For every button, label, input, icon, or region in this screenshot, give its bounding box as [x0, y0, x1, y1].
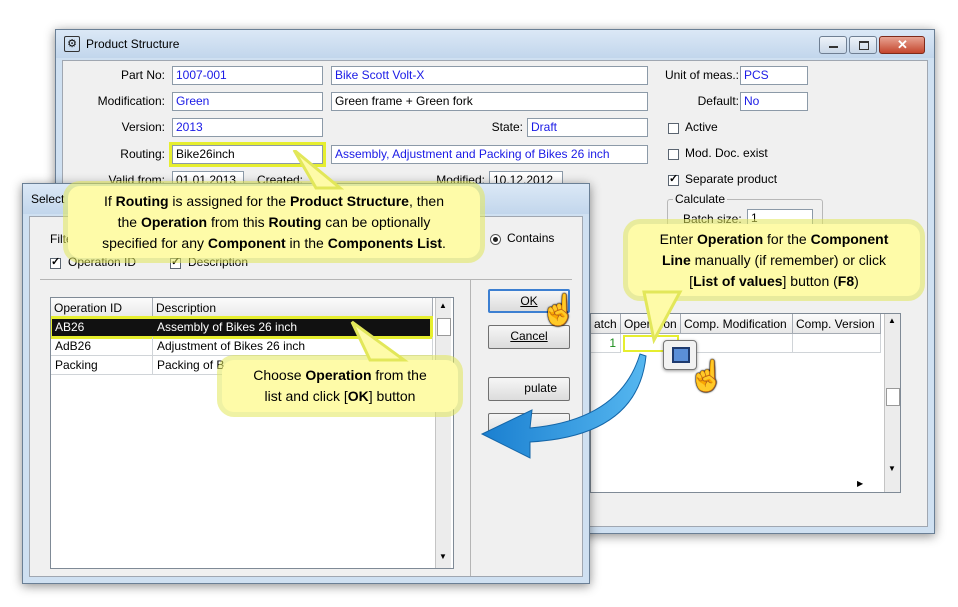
mod-doc-checkbox[interactable]: [668, 149, 679, 160]
maximize-icon: [859, 41, 869, 50]
minimize-button[interactable]: [819, 36, 847, 54]
list-vscroll[interactable]: ▲ ▼: [435, 298, 451, 568]
scroll-down-icon[interactable]: ▼: [888, 464, 896, 473]
active-checkbox[interactable]: [668, 123, 679, 134]
list-scroll-down-icon[interactable]: ▼: [439, 552, 447, 561]
cancel-button[interactable]: Cancel: [488, 325, 570, 349]
scroll-right-icon[interactable]: ▶: [857, 479, 863, 488]
operation-callout-line2: Line manually (if remember) or click: [661, 252, 887, 268]
app-gear-icon: ⚙: [64, 36, 80, 52]
row-comp-version-cell[interactable]: [793, 334, 881, 353]
window-title: Product Structure: [86, 37, 180, 51]
separator-line: [40, 279, 572, 280]
list-row-2-id[interactable]: AdB26: [51, 337, 153, 356]
col-description-header[interactable]: Description: [153, 298, 433, 318]
part-no-field[interactable]: 1007-001: [172, 66, 323, 85]
version-label: Version:: [121, 120, 165, 134]
choose-callout-line2: list and click [OK] button: [264, 388, 416, 404]
col-batch-header[interactable]: atch: [591, 314, 621, 334]
active-label: Active: [685, 120, 718, 134]
choose-callout: Choose Operation from the list and click…: [222, 360, 458, 412]
list-row-3-id[interactable]: Packing: [51, 356, 153, 375]
modification-desc-field[interactable]: Green frame + Green fork: [331, 92, 648, 111]
mod-doc-label: Mod. Doc. exist: [685, 146, 768, 160]
close-button[interactable]: ✕: [879, 36, 925, 54]
state-field[interactable]: Draft: [527, 118, 648, 137]
scroll-up-icon[interactable]: ▲: [888, 316, 896, 325]
list-row-1-id[interactable]: AB26: [51, 318, 153, 337]
part-no-label: Part No:: [120, 68, 165, 82]
unit-field[interactable]: PCS: [740, 66, 808, 85]
radio-dot-icon: [493, 237, 498, 242]
calculate-label: Calculate: [673, 192, 728, 206]
ok-label: OK: [520, 294, 538, 308]
cancel-label: Cancel: [510, 329, 548, 343]
curved-blue-arrow: [480, 353, 647, 459]
col-operation-id-header[interactable]: Operation ID: [51, 298, 153, 318]
routing-callout: If Routing is assigned for the Product S…: [68, 186, 480, 258]
version-field[interactable]: 2013: [172, 118, 323, 137]
operation-callout-line3: [List of values] button (F8): [689, 273, 859, 289]
close-icon: ✕: [897, 37, 908, 52]
routing-callout-pointer: [292, 150, 345, 190]
modification-field[interactable]: Green: [172, 92, 323, 111]
title-bar[interactable]: ⚙ Product Structure ✕: [56, 30, 934, 58]
routing-callout-line3: specified for any Component in the Compo…: [102, 235, 446, 251]
minimize-icon: [829, 46, 838, 48]
operation-callout: Enter Operation for the Component Line m…: [628, 224, 920, 296]
operation-callout-pointer: [642, 290, 683, 344]
list-scroll-up-icon[interactable]: ▲: [439, 301, 447, 310]
contains-label: Contains: [507, 231, 555, 245]
separate-product-label: Separate product: [685, 172, 778, 186]
state-label: State:: [491, 120, 523, 134]
routing-desc-field[interactable]: Assembly, Adjustment and Packing of Bike…: [331, 145, 648, 164]
routing-callout-line1: If Routing is assigned for the Product S…: [104, 193, 444, 209]
default-field[interactable]: No: [740, 92, 808, 111]
default-label: Default:: [697, 94, 739, 108]
contains-radio[interactable]: [490, 234, 501, 245]
operation-id-checkbox[interactable]: [50, 255, 61, 269]
choose-callout-line1: Choose Operation from the: [253, 367, 427, 383]
ok-hand-cursor-icon: ☝: [540, 294, 578, 327]
description-checkbox[interactable]: [170, 255, 181, 269]
scroll-thumb[interactable]: [886, 388, 900, 406]
list-scroll-thumb[interactable]: [437, 318, 451, 336]
select-title: Select: [31, 192, 65, 206]
unit-label: Unit of meas.:: [664, 68, 739, 82]
routing-callout-line2: the Operation from this Routing can be o…: [117, 214, 431, 230]
modification-label: Modification:: [97, 94, 165, 108]
part-desc-field[interactable]: Bike Scott Volt-X: [331, 66, 648, 85]
components-vscroll[interactable]: ▲ ▼ ▶: [857, 314, 900, 492]
maximize-button[interactable]: [849, 36, 877, 54]
routing-label: Routing:: [120, 147, 165, 161]
operation-callout-line1: Enter Operation for the Component: [659, 231, 889, 247]
col-comp-version-header[interactable]: Comp. Version: [793, 314, 881, 334]
choose-callout-pointer: [350, 320, 409, 362]
hand-cursor-icon: ☝: [688, 360, 726, 393]
separate-product-checkbox[interactable]: [668, 172, 679, 186]
